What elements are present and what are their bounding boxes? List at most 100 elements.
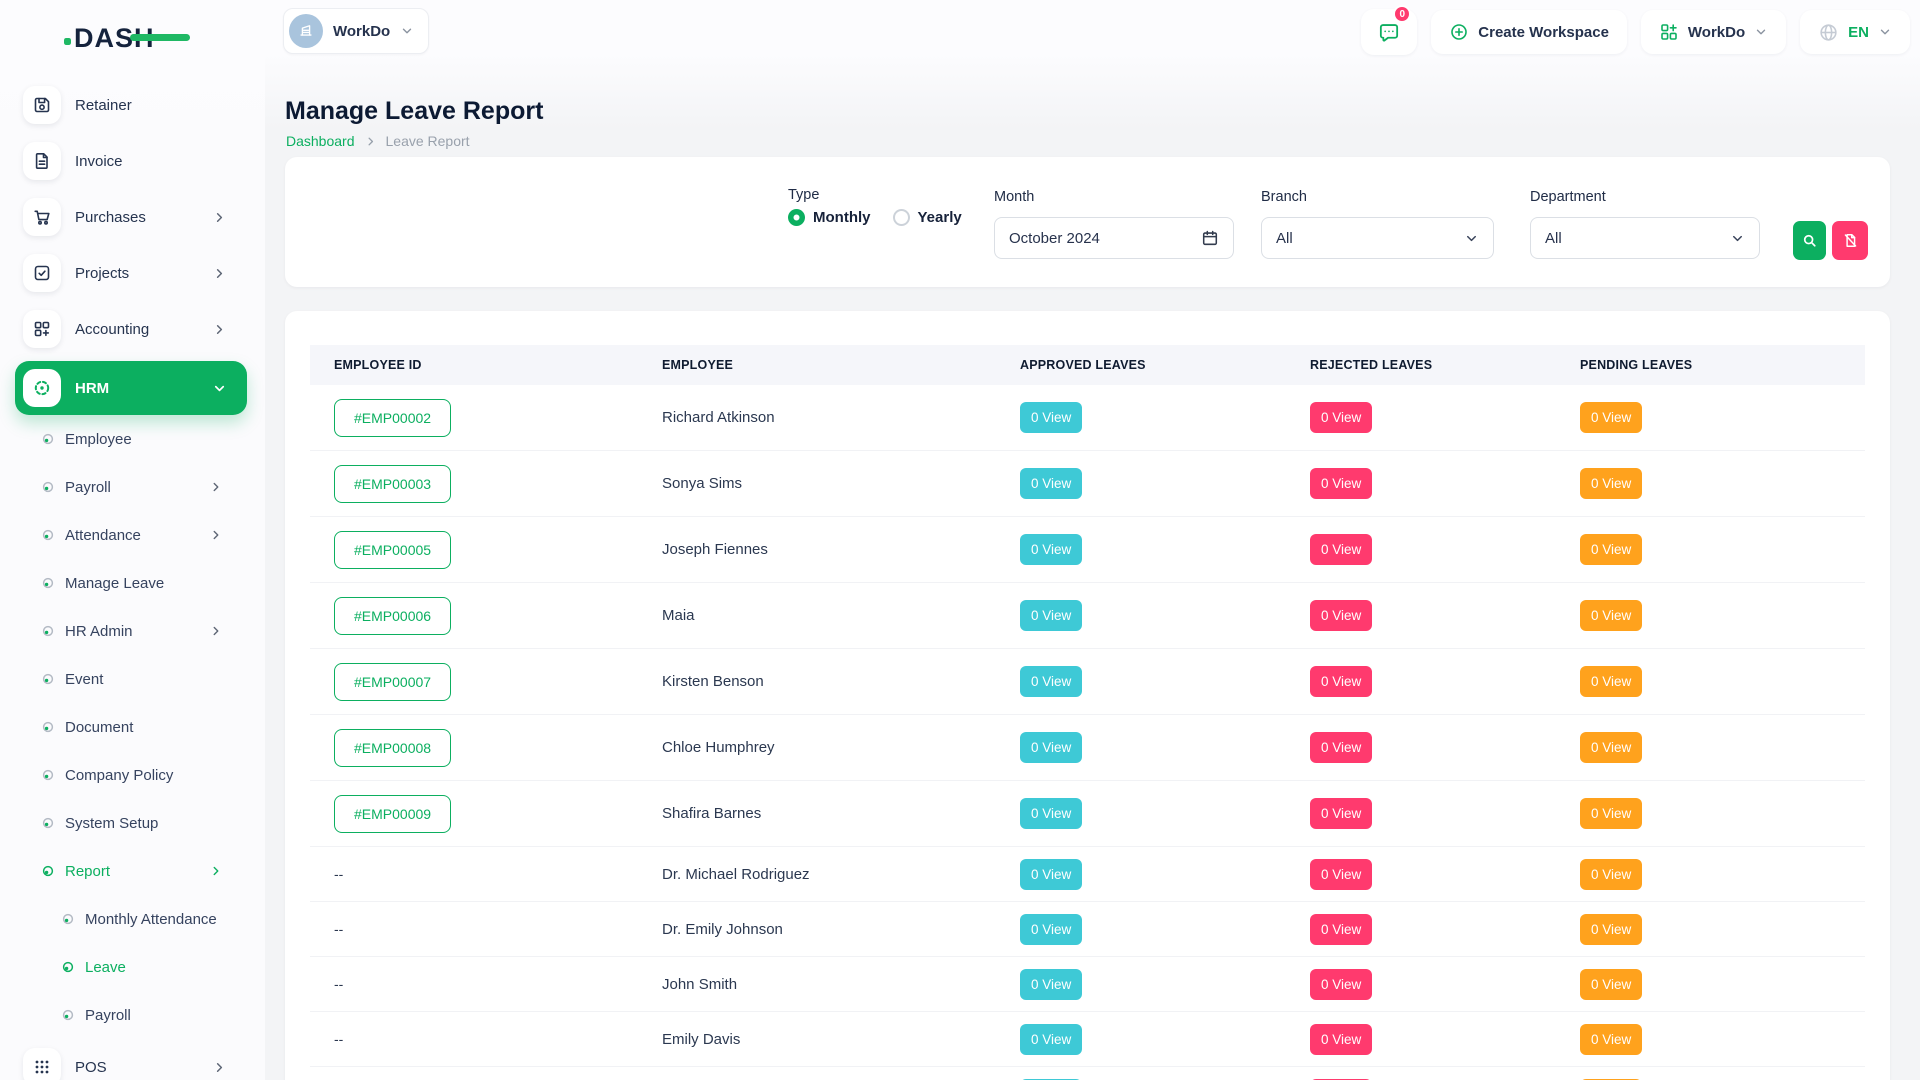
approved-view-button[interactable]: 0 View <box>1020 402 1082 433</box>
sidebar-subsubitem[interactable]: Leave <box>0 943 265 991</box>
rejected-view-button[interactable]: 0 View <box>1310 534 1372 565</box>
sidebar-item-label: Purchases <box>75 209 146 226</box>
approved-view-button[interactable]: 0 View <box>1020 1024 1082 1055</box>
rejected-view-button[interactable]: 0 View <box>1310 666 1372 697</box>
search-button[interactable] <box>1793 221 1826 260</box>
sidebar-item-projects[interactable]: Projects <box>0 245 265 301</box>
sidebar-subitem[interactable]: System Setup <box>0 799 265 847</box>
rejected-view-button[interactable]: 0 View <box>1310 1024 1372 1055</box>
sidebar-item-purchases[interactable]: Purchases <box>0 189 265 245</box>
employee-id-badge[interactable]: #EMP00007 <box>334 663 451 701</box>
rejected-view-button[interactable]: 0 View <box>1310 859 1372 890</box>
approved-view-button[interactable]: 0 View <box>1020 534 1082 565</box>
sidebar-subitem[interactable]: Payroll <box>0 463 265 511</box>
rejected-view-button[interactable]: 0 View <box>1310 402 1372 433</box>
pending-view-button[interactable]: 0 View <box>1580 914 1642 945</box>
dash-logo[interactable]: DASH <box>64 22 194 52</box>
sidebar-subitem[interactable]: Manage Leave <box>0 559 265 607</box>
sidebar-item-pos[interactable]: POS <box>0 1039 265 1080</box>
pending-view-button[interactable]: 0 View <box>1580 468 1642 499</box>
pending-view-button[interactable]: 0 View <box>1580 1024 1642 1055</box>
chevron-down-icon <box>1754 25 1768 39</box>
approved-view-button[interactable]: 0 View <box>1020 798 1082 829</box>
sidebar-subitem[interactable]: Event <box>0 655 265 703</box>
language-button[interactable]: EN <box>1800 10 1910 54</box>
pending-view-button[interactable]: 0 View <box>1580 402 1642 433</box>
department-select[interactable]: All <box>1530 217 1760 259</box>
sidebar-item-accounting[interactable]: Accounting <box>0 301 265 357</box>
pending-view-button[interactable]: 0 View <box>1580 732 1642 763</box>
employee-id-badge[interactable]: #EMP00003 <box>334 465 451 503</box>
rejected-leaves-cell: 0 View <box>1286 914 1556 945</box>
rejected-view-button[interactable]: 0 View <box>1310 732 1372 763</box>
rejected-view-button[interactable]: 0 View <box>1310 969 1372 1000</box>
file-slash-icon <box>1842 232 1859 249</box>
approved-view-button[interactable]: 0 View <box>1020 859 1082 890</box>
rejected-view-button[interactable]: 0 View <box>1310 798 1372 829</box>
sidebar-subitem[interactable]: Report <box>0 847 265 895</box>
pending-view-button[interactable]: 0 View <box>1580 666 1642 697</box>
pending-leaves-cell: 0 View <box>1556 1024 1865 1055</box>
employee-id-cell: #EMP00005 <box>310 531 638 569</box>
workspace-switcher[interactable]: WorkDo <box>283 8 429 54</box>
bullet-icon <box>42 577 54 589</box>
sidebar-item-hrm[interactable]: HRM <box>15 361 247 415</box>
sidebar-subitem[interactable]: Company Policy <box>0 751 265 799</box>
messages-button[interactable]: 0 <box>1361 9 1417 55</box>
employee-name-cell: John Smith <box>638 976 996 993</box>
approved-view-button[interactable]: 0 View <box>1020 600 1082 631</box>
pending-view-button[interactable]: 0 View <box>1580 969 1642 1000</box>
month-input[interactable]: October 2024 <box>994 217 1234 259</box>
pending-view-button[interactable]: 0 View <box>1580 859 1642 890</box>
sidebar-item-retainer[interactable]: Retainer <box>0 77 265 133</box>
cart-icon <box>32 207 52 227</box>
month-value: October 2024 <box>1009 230 1100 247</box>
breadcrumb-dashboard-link[interactable]: Dashboard <box>286 133 355 149</box>
type-radio-option[interactable]: Yearly <box>893 209 962 226</box>
employee-id-badge[interactable]: #EMP00005 <box>334 531 451 569</box>
workdo-menu-button[interactable]: WorkDo <box>1641 10 1786 54</box>
approved-view-button[interactable]: 0 View <box>1020 666 1082 697</box>
pending-view-button[interactable]: 0 View <box>1580 600 1642 631</box>
bullet-icon <box>42 433 54 445</box>
sidebar-subsubitem[interactable]: Monthly Attendance <box>0 895 265 943</box>
employee-id-badge[interactable]: #EMP00002 <box>334 399 451 437</box>
approved-leaves-cell: 0 View <box>996 666 1286 697</box>
table-row: #EMP00003 Sonya Sims 0 View 0 View 0 Vie… <box>310 451 1865 517</box>
approved-view-button[interactable]: 0 View <box>1020 468 1082 499</box>
sidebar-subitem[interactable]: Document <box>0 703 265 751</box>
employee-name-cell: Dr. Michael Rodriguez <box>638 866 996 883</box>
approved-view-button[interactable]: 0 View <box>1020 732 1082 763</box>
approved-view-button[interactable]: 0 View <box>1020 969 1082 1000</box>
topbar-actions: 0 Create Workspace WorkDo EN <box>1361 9 1910 55</box>
rejected-leaves-cell: 0 View <box>1286 732 1556 763</box>
department-filter-label: Department <box>1530 189 1606 205</box>
rejected-view-button[interactable]: 0 View <box>1310 600 1372 631</box>
employee-id-badge[interactable]: #EMP00006 <box>334 597 451 635</box>
sidebar-subitem[interactable]: Attendance <box>0 511 265 559</box>
invoice-icon <box>32 151 52 171</box>
table-column-header: APPROVED LEAVES <box>996 358 1286 372</box>
sidebar-item-invoice[interactable]: Invoice <box>0 133 265 189</box>
approved-leaves-cell: 0 View <box>996 969 1286 1000</box>
employee-id-cell: #EMP00002 <box>310 399 638 437</box>
sidebar-subsubitem-label: Payroll <box>85 1007 131 1024</box>
employee-id-badge[interactable]: #EMP00009 <box>334 795 451 833</box>
rejected-view-button[interactable]: 0 View <box>1310 468 1372 499</box>
pending-view-button[interactable]: 0 View <box>1580 798 1642 829</box>
create-workspace-button[interactable]: Create Workspace <box>1431 10 1627 54</box>
approved-view-button[interactable]: 0 View <box>1020 914 1082 945</box>
type-radio-option[interactable]: Monthly <box>788 209 871 226</box>
sidebar-subsubitem-label: Leave <box>85 959 126 976</box>
reset-button[interactable] <box>1832 221 1868 260</box>
rejected-view-button[interactable]: 0 View <box>1310 914 1372 945</box>
type-radio-group: Monthly Yearly <box>788 209 962 226</box>
sidebar-subsubitem[interactable]: Payroll <box>0 991 265 1039</box>
branch-select[interactable]: All <box>1261 217 1494 259</box>
sidebar-subitem[interactable]: HR Admin <box>0 607 265 655</box>
employee-id-badge[interactable]: #EMP00008 <box>334 729 451 767</box>
sidebar-item-label: HRM <box>75 380 109 397</box>
pending-view-button[interactable]: 0 View <box>1580 534 1642 565</box>
approved-leaves-cell: 0 View <box>996 798 1286 829</box>
sidebar-subitem[interactable]: Employee <box>0 415 265 463</box>
